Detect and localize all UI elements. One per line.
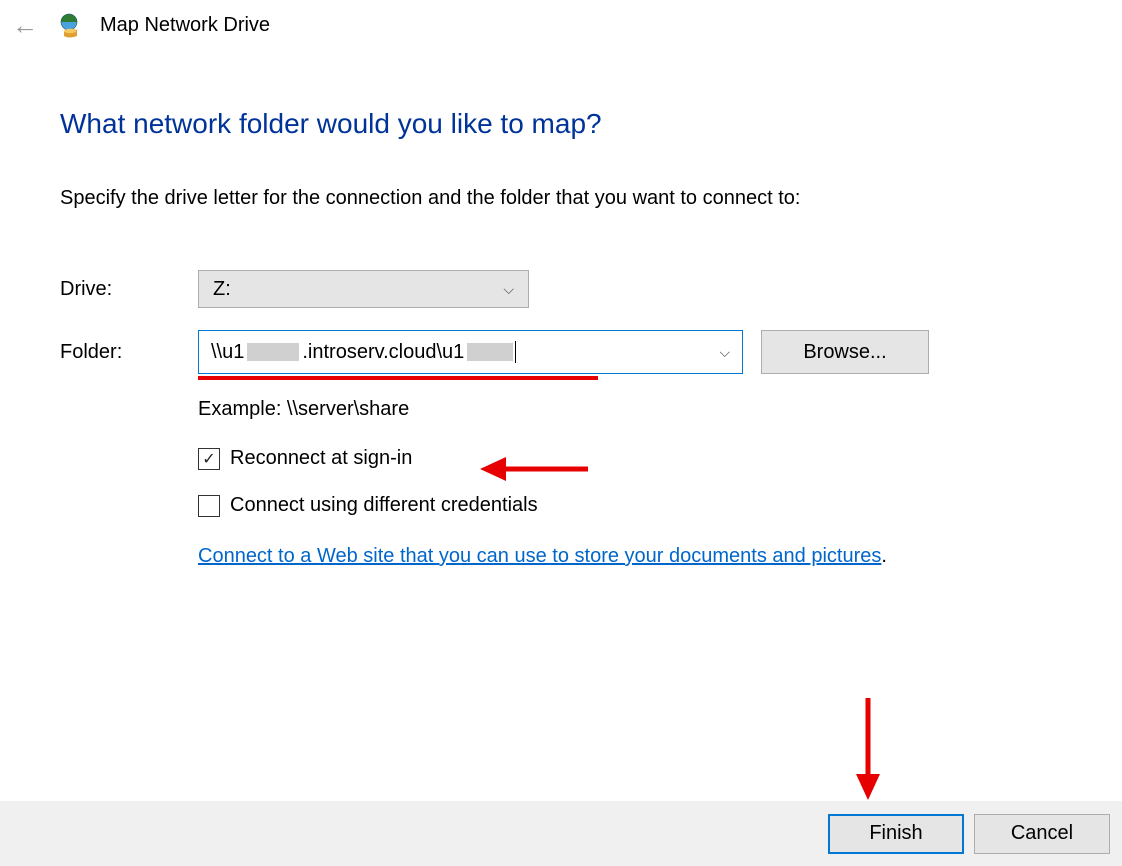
- connect-website-link[interactable]: Connect to a Web site that you can use t…: [198, 545, 881, 567]
- drive-value: Z:: [213, 278, 231, 301]
- folder-value: \\u1.introserv.cloud\u1: [211, 341, 711, 364]
- alt-creds-row: Connect using different credentials: [198, 494, 1062, 517]
- redacted-text: [467, 343, 513, 361]
- folder-example: Example: \\server\share: [198, 398, 1062, 421]
- page-heading: What network folder would you like to ma…: [60, 108, 1062, 140]
- window-title: Map Network Drive: [100, 14, 270, 37]
- wizard-footer: Finish Cancel: [0, 801, 1122, 866]
- folder-combobox[interactable]: \\u1.introserv.cloud\u1 ⌵: [198, 330, 743, 374]
- redacted-text: [247, 343, 299, 361]
- annotation-arrow-left: [480, 451, 590, 487]
- annotation-arrow-down: [850, 696, 886, 800]
- alt-creds-label: Connect using different credentials: [230, 494, 538, 517]
- text-cursor: [515, 341, 516, 363]
- page-instruction: Specify the drive letter for the connect…: [60, 184, 1062, 212]
- reconnect-label: Reconnect at sign-in: [230, 447, 412, 470]
- annotation-underline: [198, 376, 598, 380]
- back-icon[interactable]: ←: [12, 12, 38, 38]
- reconnect-row: ✓ Reconnect at sign-in: [198, 447, 1062, 470]
- folder-label: Folder:: [60, 341, 198, 364]
- drive-label: Drive:: [60, 278, 198, 301]
- network-drive-icon: [56, 12, 82, 38]
- browse-button[interactable]: Browse...: [761, 330, 929, 374]
- alt-creds-checkbox[interactable]: [198, 495, 220, 517]
- chevron-down-icon: ⌵: [503, 281, 514, 298]
- reconnect-checkbox[interactable]: ✓: [198, 448, 220, 470]
- wizard-header: ← Map Network Drive: [0, 0, 1122, 50]
- drive-select[interactable]: Z: ⌵: [198, 270, 529, 308]
- cancel-button[interactable]: Cancel: [974, 814, 1110, 854]
- content-area: What network folder would you like to ma…: [0, 50, 1122, 571]
- drive-row: Drive: Z: ⌵: [60, 270, 1062, 308]
- website-link-row: Connect to a Web site that you can use t…: [198, 541, 1062, 571]
- chevron-down-icon[interactable]: ⌵: [719, 344, 730, 361]
- finish-button[interactable]: Finish: [828, 814, 964, 854]
- folder-row: Folder: \\u1.introserv.cloud\u1 ⌵ Browse…: [60, 330, 1062, 374]
